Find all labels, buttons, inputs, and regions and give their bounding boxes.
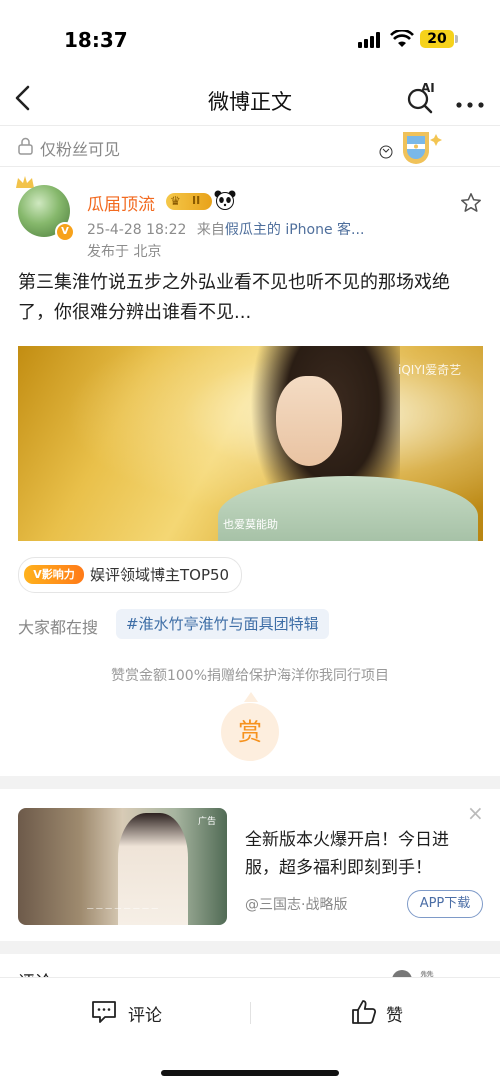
- ad-tag: 广告: [198, 817, 217, 827]
- status-time: 18:37: [64, 28, 128, 52]
- ad-image-caption: — — — — — — — —: [86, 904, 159, 912]
- video-subtitle: 也爱莫能助: [223, 518, 278, 531]
- level-badge: ♛ II: [166, 193, 212, 210]
- like-label: 赞: [386, 1006, 403, 1026]
- ad-close-button[interactable]: ×: [467, 801, 484, 825]
- comment-icon: [92, 1001, 116, 1023]
- wifi-icon: [390, 28, 414, 48]
- post-source-link[interactable]: 假瓜主的 iPhone 客...: [225, 222, 365, 238]
- reward-button[interactable]: 赏: [221, 703, 279, 761]
- ai-search-button[interactable]: AI: [405, 81, 441, 114]
- source-prefix: 来自: [196, 222, 225, 238]
- section-divider: [0, 776, 500, 789]
- fan-badge-icon: [378, 128, 444, 166]
- battery-nub: [455, 35, 458, 43]
- verified-icon: V: [55, 222, 75, 242]
- post-location: 发布于 北京: [87, 244, 162, 260]
- ad-headline[interactable]: 全新版本火爆开启！今日进服，超多福利即刻到手！: [245, 826, 480, 882]
- thumbs-up-icon: [352, 1000, 377, 1024]
- visibility-label: 仅粉丝可见: [40, 140, 121, 159]
- signal-icon: [358, 32, 384, 48]
- reward-pointer: [244, 692, 258, 702]
- reward-description: 赞赏金额100%捐赠给保护海洋你我同行项目: [110, 668, 390, 684]
- figure-face: [276, 376, 342, 466]
- post-date: 25-4-28 18:22: [87, 222, 187, 238]
- influence-logo: V影响力: [24, 565, 84, 584]
- post-video[interactable]: iQIYI爱奇艺 也爱莫能助: [18, 346, 483, 541]
- comment-action[interactable]: 评论: [90, 998, 170, 1028]
- ad-source[interactable]: @三国志·战略版: [245, 894, 347, 914]
- level-badge-text: II: [192, 194, 201, 207]
- more-button[interactable]: [455, 94, 485, 108]
- level-crown-icon: ♛: [170, 194, 181, 208]
- lock-icon: [16, 136, 36, 156]
- username[interactable]: 瓜届顶流: [87, 190, 155, 215]
- section-divider-2: [0, 941, 500, 954]
- post-meta: 25-4-28 18:22 来自假瓜主的 iPhone 客...: [87, 219, 364, 239]
- nav-divider: [0, 125, 500, 126]
- more-dots-icon: [456, 102, 484, 108]
- visibility-divider: [0, 166, 500, 167]
- home-indicator: [161, 1070, 339, 1076]
- like-action[interactable]: 赞: [350, 998, 430, 1028]
- video-watermark: iQIYI爱奇艺: [398, 363, 462, 377]
- star-icon: [461, 193, 481, 212]
- post-text[interactable]: 第三集淮竹说五步之外弘业看不见也听不见的那场戏绝了，你很难分辨出谁看不见...: [18, 268, 483, 328]
- favorite-button[interactable]: [460, 192, 482, 214]
- ai-label: AI: [421, 81, 435, 95]
- comment-label: 评论: [128, 1006, 162, 1026]
- trending-label: 大家都在搜: [18, 618, 99, 637]
- panda-icon: [214, 190, 236, 210]
- app-download-button[interactable]: APP下载: [407, 890, 483, 918]
- trending-search-chip[interactable]: #淮水竹亭淮竹与面具团特辑: [116, 609, 329, 639]
- ad-image[interactable]: 广告 — — — — — — — —: [18, 808, 227, 925]
- influence-tag-text: 娱评领域博主TOP50: [90, 566, 230, 584]
- bar-separator: [250, 1002, 251, 1024]
- battery-indicator: 20: [420, 30, 454, 48]
